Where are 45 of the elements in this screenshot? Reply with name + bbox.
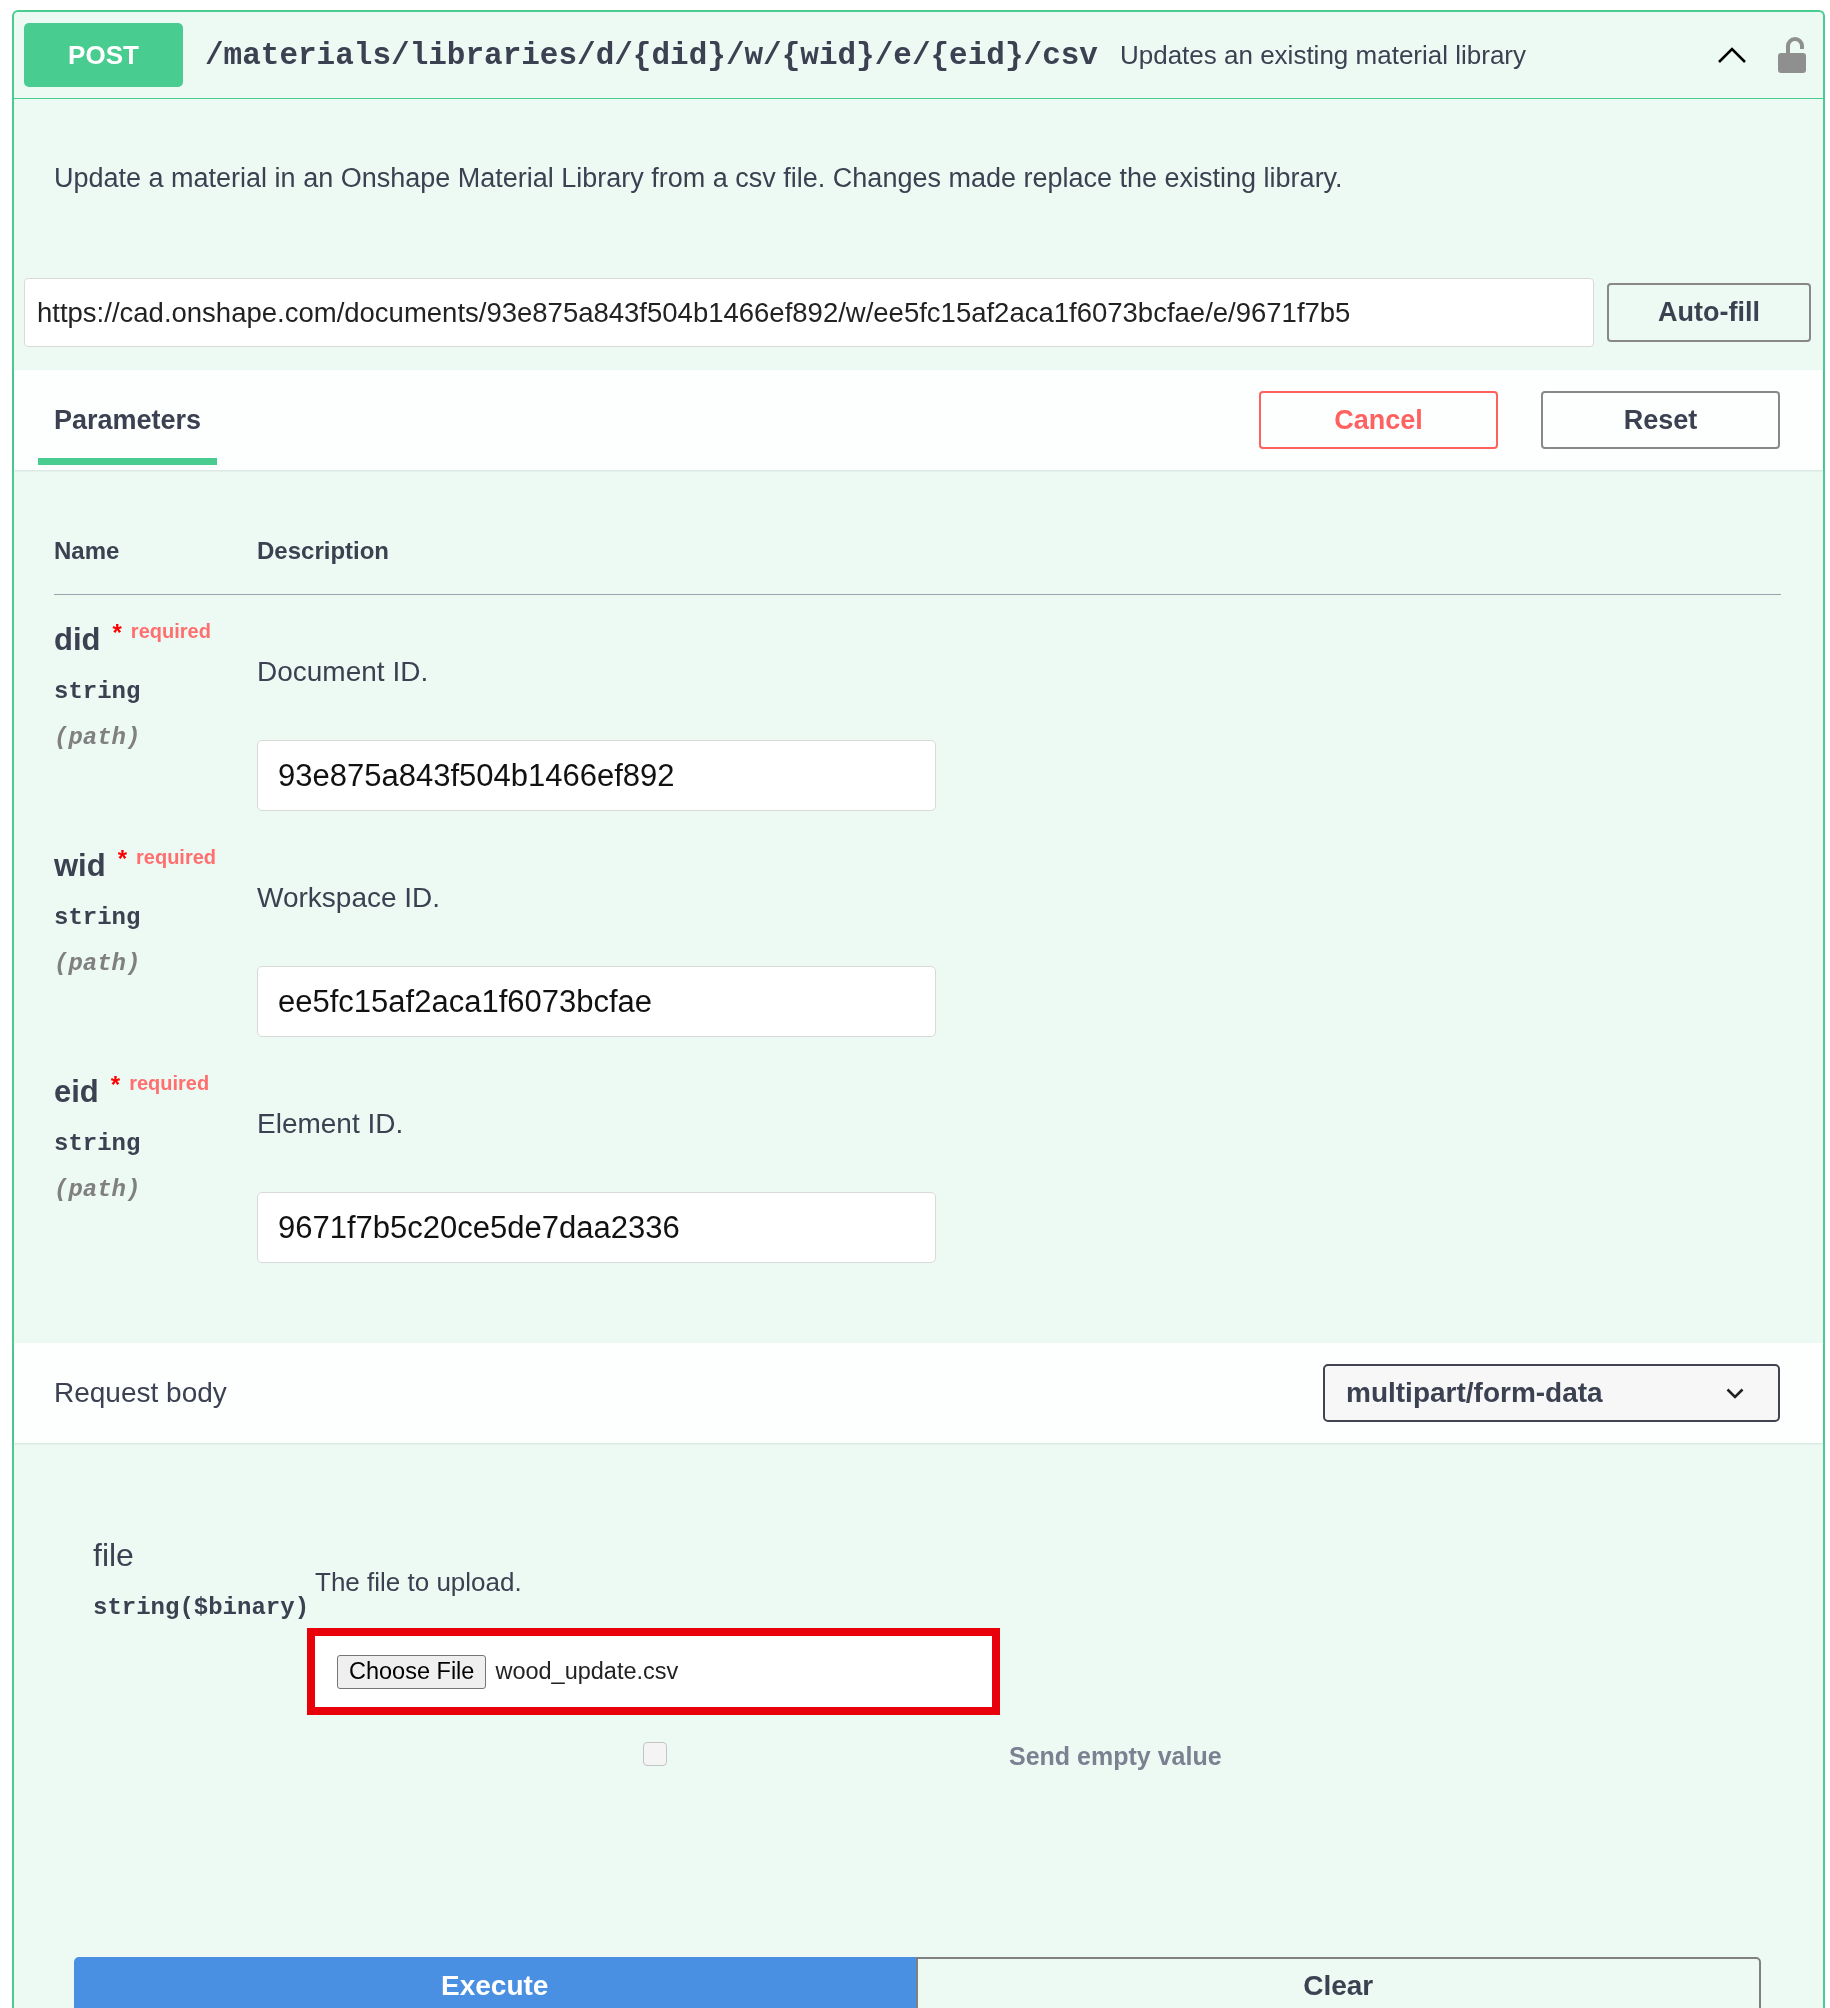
param-type: string bbox=[54, 1129, 142, 1159]
column-header: Name bbox=[54, 536, 121, 566]
column-header: Description bbox=[257, 536, 391, 566]
choose-file-button[interactable]: Choose File bbox=[337, 1654, 487, 1689]
field-name: file bbox=[93, 1536, 135, 1575]
chevron-up-icon[interactable] bbox=[1717, 46, 1747, 64]
required-mark: * bbox=[110, 1070, 121, 1100]
url-field[interactable]: https://cad.onshape.com/documents/93e875a843f504b1466ef892/w/ee5fc15af2aca1f6073bcfae/e/9671f7b5 bbox=[24, 278, 1594, 347]
endpoint-path: /materials/libraries/d/{did}/w/{wid}/e/{eid}/csv bbox=[205, 37, 1098, 73]
file-input[interactable]: Choose File wood_update.csv bbox=[307, 1628, 1000, 1715]
content-type-select[interactable]: multipart/form-data bbox=[1323, 1364, 1780, 1422]
param-input[interactable]: 9671f7b5c20ce5de7daa2336 bbox=[257, 1192, 936, 1263]
padlock-icon[interactable] bbox=[1778, 37, 1806, 73]
parameters-tab[interactable]: Parameters bbox=[38, 370, 218, 465]
required-label: required bbox=[130, 619, 211, 644]
param-description: Workspace ID. bbox=[257, 881, 442, 915]
param-location: (path) bbox=[54, 723, 142, 753]
required-mark: * bbox=[112, 618, 122, 648]
file-name: wood_update.csv bbox=[495, 1658, 679, 1685]
clear-button[interactable]: Clear bbox=[915, 1957, 1761, 2008]
param-input[interactable]: ee5fc15af2aca1f6073bcfae bbox=[257, 966, 936, 1037]
param-description: Element ID. bbox=[257, 1107, 405, 1141]
send-empty-label: Send empty value bbox=[1009, 1742, 1222, 1771]
param-name: eid bbox=[54, 1073, 99, 1111]
reset-button[interactable]: Reset bbox=[1541, 391, 1780, 449]
required-label: required bbox=[136, 845, 217, 870]
autofill-button[interactable]: Auto-fill bbox=[1607, 283, 1811, 342]
method-badge: POST bbox=[24, 23, 183, 87]
required-label: required bbox=[129, 1071, 210, 1096]
param-name: did bbox=[54, 621, 101, 659]
field-description: The file to upload. bbox=[315, 1566, 523, 1599]
endpoint-summary: Updates an existing material library bbox=[1119, 39, 1527, 71]
param-description: Document ID. bbox=[257, 655, 430, 689]
chevron-down-icon bbox=[1726, 1387, 1744, 1399]
request-body-label: Request body bbox=[54, 1377, 227, 1409]
param-location: (path) bbox=[54, 949, 142, 979]
operation-description: Update a material in an Onshape Material Library from a csv file. Changes made replace the existing library. bbox=[54, 162, 1344, 195]
param-location: (path) bbox=[54, 1175, 142, 1205]
send-empty-checkbox[interactable] bbox=[643, 1741, 667, 1766]
required-mark: * bbox=[117, 844, 127, 874]
param-type: string bbox=[54, 903, 142, 933]
param-name: wid bbox=[54, 847, 106, 885]
field-type: string($binary) bbox=[93, 1593, 307, 1623]
param-type: string bbox=[54, 677, 142, 707]
param-input[interactable]: 93e875a843f504b1466ef892 bbox=[257, 740, 936, 811]
